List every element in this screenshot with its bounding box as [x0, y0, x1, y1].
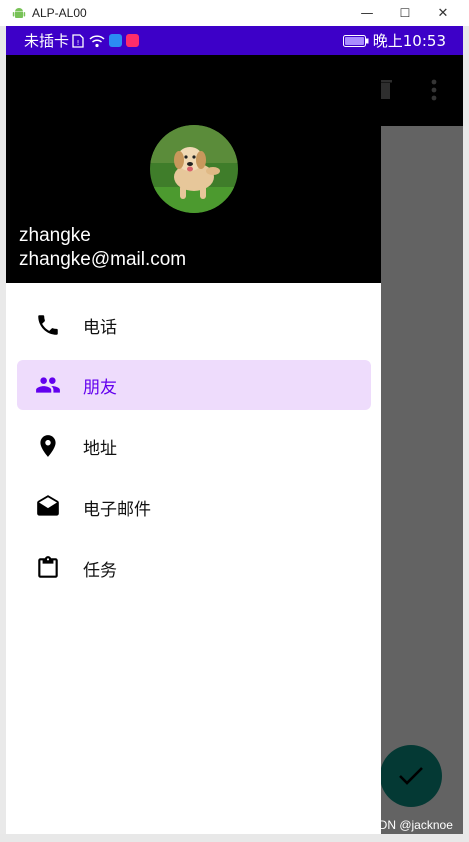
window-title: ALP-AL00 — [32, 6, 87, 20]
menu-item-phone[interactable]: 电话 — [17, 300, 371, 350]
menu-label-email: 电子邮件 — [83, 499, 151, 520]
watermark: CSDN @jacknoe — [362, 818, 453, 832]
wifi-icon — [89, 34, 105, 47]
status-bar: 未插卡 ! 晚上10:53 — [6, 26, 463, 55]
menu-item-email[interactable]: 电子邮件 — [17, 482, 371, 532]
people-icon — [35, 372, 61, 398]
menu-item-tasks[interactable]: 任务 — [17, 543, 371, 593]
svg-text:!: ! — [77, 39, 80, 47]
carrier-text: 未插卡 — [24, 32, 70, 50]
clock-text: 晚上10:53 — [372, 32, 446, 50]
menu-label-friends: 朋友 — [83, 377, 117, 398]
menu-item-friends[interactable]: 朋友 — [17, 360, 371, 410]
email-icon — [35, 494, 61, 520]
device-screen: 未插卡 ! 晚上10:53 zhangke zhangke@mail.com 电… — [6, 26, 463, 834]
menu-label-phone: 电话 — [83, 317, 117, 338]
close-button[interactable]: ✕ — [424, 0, 462, 26]
navigation-drawer: zhangke zhangke@mail.com 电话 朋友 地址 电子邮件 任… — [6, 55, 381, 834]
emulator-titlebar: ALP-AL00 — ☐ ✕ — [0, 0, 469, 27]
phone-icon — [35, 312, 61, 338]
user-name: zhangke — [19, 225, 91, 246]
clipboard-icon — [35, 555, 61, 581]
ide-bottom-strip — [0, 834, 469, 842]
menu-label-address: 地址 — [83, 438, 117, 459]
menu-item-address[interactable]: 地址 — [17, 421, 371, 471]
user-email: zhangke@mail.com — [19, 249, 187, 270]
location-pin-icon — [35, 433, 61, 459]
battery-icon — [342, 34, 369, 47]
app-notification-icon-2 — [126, 34, 140, 47]
dog-photo — [150, 125, 238, 213]
android-icon — [12, 8, 26, 18]
ide-background-right — [463, 26, 469, 842]
minimize-button[interactable]: — — [348, 0, 386, 26]
menu-label-tasks: 任务 — [83, 560, 117, 581]
avatar[interactable] — [150, 125, 238, 213]
drawer-header: zhangke zhangke@mail.com — [6, 55, 381, 283]
sim-icon: ! — [72, 33, 84, 48]
app-notification-icon — [109, 34, 123, 47]
maximize-button[interactable]: ☐ — [386, 0, 424, 26]
